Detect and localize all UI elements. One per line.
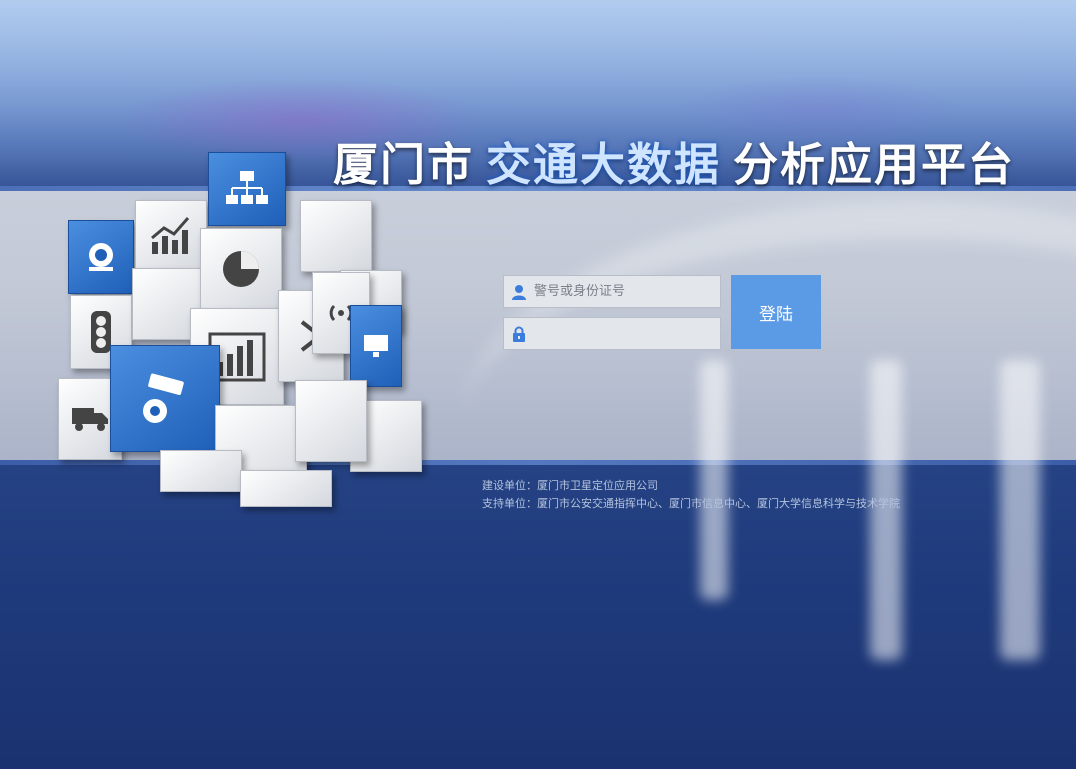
lock-icon (504, 326, 534, 342)
cube-block (295, 380, 367, 462)
page-title: 厦门市 交通大数据 分析应用平台 (333, 128, 1027, 193)
cube-block (240, 470, 332, 507)
title-part-platform: 分析应用平台 (733, 138, 1016, 191)
username-field[interactable] (503, 275, 721, 308)
supporter-credit: 支持单位：厦门市公安交通指挥中心、厦门市信息中心、厦门大学信息科学与技术学院 (482, 497, 900, 510)
password-input[interactable] (534, 318, 720, 349)
monitor-icon (350, 305, 402, 387)
cctv-icon (110, 345, 220, 452)
hero-cube-illustration (50, 140, 430, 510)
credits: 建设单位：厦门市卫星定位应用公司 支持单位：厦门市公安交通指挥中心、厦门市信息中… (482, 477, 900, 513)
builder-credit: 建设单位：厦门市卫星定位应用公司 (482, 479, 658, 492)
login-page: 厦门市 交通大数据 分析应用平台 警号或身份证号 登陆 建设单位：厦门市卫星定位… (0, 0, 1076, 769)
trend-chart-icon (135, 200, 207, 270)
cube-block (300, 200, 372, 272)
title-part-highlight: 交通大数据 (486, 138, 722, 191)
password-field[interactable] (503, 317, 721, 350)
network-icon (208, 152, 286, 226)
login-button[interactable]: 登陆 (731, 275, 821, 349)
user-icon (504, 284, 534, 300)
pie-chart-icon (200, 228, 282, 310)
username-input[interactable] (534, 276, 720, 307)
camera-icon (68, 220, 134, 294)
cube-block (160, 450, 242, 492)
